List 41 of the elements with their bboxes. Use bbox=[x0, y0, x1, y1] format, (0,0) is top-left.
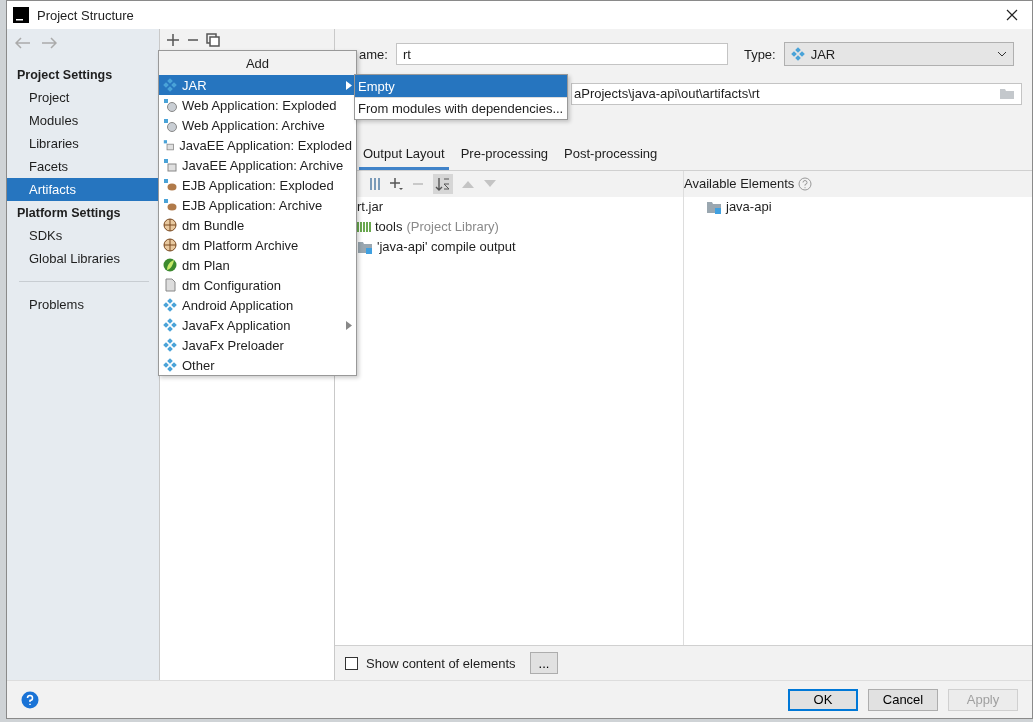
tab[interactable]: Pre-processing bbox=[456, 141, 553, 170]
menu-item[interactable]: Empty bbox=[355, 75, 567, 97]
menu-item[interactable]: dm Plan bbox=[159, 255, 356, 275]
dialog-button[interactable]: Cancel bbox=[868, 688, 938, 711]
nav-item[interactable]: Problems bbox=[7, 293, 159, 316]
type-dropdown[interactable]: JAR bbox=[783, 42, 1014, 66]
menu-item[interactable]: dm Platform Archive bbox=[159, 235, 356, 255]
menu-item[interactable]: dm Bundle bbox=[159, 215, 356, 235]
nav-item[interactable]: Libraries bbox=[7, 132, 159, 155]
nav-item[interactable]: SDKs bbox=[7, 224, 159, 247]
menu-item[interactable]: dm Configuration bbox=[159, 275, 356, 295]
field-label: ame: bbox=[359, 46, 388, 62]
nav-item[interactable]: Facets bbox=[7, 155, 159, 178]
menu-item[interactable]: JavaFx Application bbox=[159, 315, 356, 335]
tab[interactable]: Post-processing bbox=[560, 141, 662, 170]
section-heading: Project Settings bbox=[16, 66, 114, 84]
panel-title: Available Elements bbox=[684, 176, 795, 192]
menu-item[interactable]: JavaEE Application: Archive bbox=[159, 155, 356, 175]
nav-item[interactable]: Global Libraries bbox=[7, 247, 159, 270]
menu-item[interactable]: JavaFx Preloader bbox=[159, 335, 356, 355]
menu-item[interactable]: Android Application bbox=[159, 295, 356, 315]
menu-item[interactable]: EJB Application: Exploded bbox=[159, 175, 356, 195]
menu-item[interactable]: Other bbox=[159, 355, 356, 375]
menu-item[interactable]: JavaEE Application: Exploded bbox=[159, 135, 356, 155]
menu-item[interactable]: Web Application: Archive bbox=[159, 115, 356, 135]
checkbox-label: Show content of elements bbox=[366, 655, 516, 671]
nav-item[interactable]: Modules bbox=[7, 109, 159, 132]
more-button[interactable]: ... bbox=[529, 652, 559, 674]
menu-title: Add bbox=[159, 51, 356, 75]
tree-item[interactable]: java-api bbox=[684, 196, 1032, 217]
output-directory-field[interactable]: aProjects\java-api\out\artifacts\rt bbox=[571, 82, 1022, 105]
name-field[interactable]: rt bbox=[395, 43, 728, 65]
nav-item[interactable]: Project bbox=[7, 86, 159, 109]
dialog-button[interactable]: OK bbox=[788, 688, 858, 711]
section-heading: Platform Settings bbox=[16, 204, 122, 222]
window-title: Project Structure bbox=[37, 7, 135, 23]
menu-item[interactable]: From modules with dependencies... bbox=[355, 97, 567, 119]
field-label: Type: bbox=[743, 46, 776, 62]
menu-item[interactable]: JAR bbox=[159, 75, 356, 95]
menu-item[interactable]: EJB Application: Archive bbox=[159, 195, 356, 215]
nav-item[interactable]: Artifacts bbox=[7, 178, 159, 201]
